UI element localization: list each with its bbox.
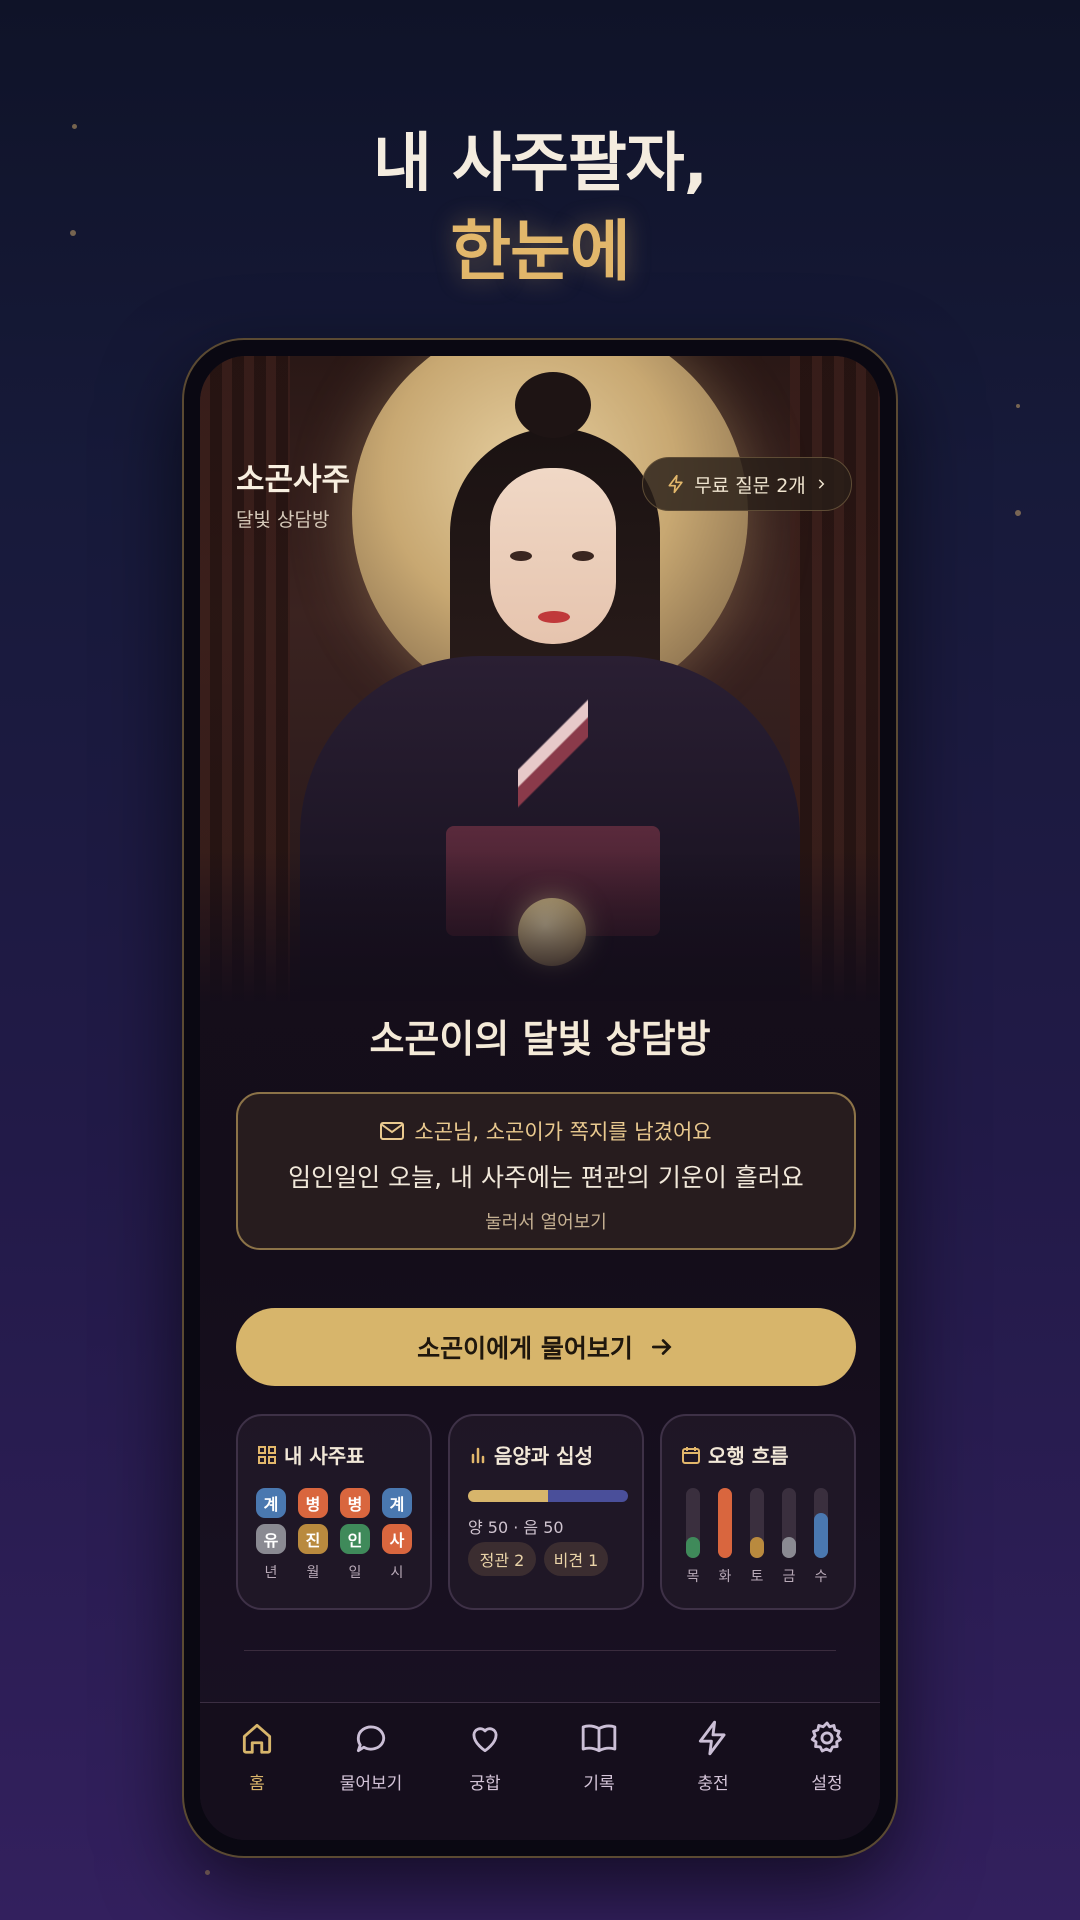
lightning-icon <box>668 474 683 494</box>
bar-chart-icon <box>471 1447 485 1463</box>
character-eye <box>510 551 532 561</box>
message-header-text: 소곤님, 소곤이가 쪽지를 남겼어요 <box>414 1120 712 1144</box>
pillar-label: 년 <box>264 1565 278 1581</box>
yin-yang-card-header: 음양과 십성 <box>470 1440 593 1469</box>
star-decoration <box>1016 404 1020 408</box>
message-open-hint: 눌러서 열어보기 <box>485 1212 607 1233</box>
ten-gods-tag: 정관 2 <box>468 1542 536 1576</box>
element-bar-track <box>750 1488 764 1558</box>
yin-yang-card[interactable]: 음양과 십성 양 50 · 음 50 정관 2 비견 1 <box>448 1414 644 1610</box>
room-title: 소곤이의 달빛 상담방 <box>369 1017 711 1061</box>
character-collar <box>518 656 588 836</box>
star-decoration <box>1015 510 1021 516</box>
chevron-right-icon <box>818 479 825 489</box>
nav-label: 충전 <box>697 1774 729 1794</box>
hero-fade <box>200 851 880 1001</box>
heavenly-stem-tile: 병 <box>340 1488 370 1518</box>
app-screen: 소곤사주 달빛 상담방 무료 질문 2개 소곤이의 달빛 상담방 소곤님, 소곤… <box>200 356 880 1840</box>
ask-sogoni-button[interactable]: 소곤이에게 물어보기 <box>236 1308 856 1386</box>
nav-item-4[interactable]: 기록 <box>542 1719 656 1794</box>
element-bar-fill <box>782 1537 796 1558</box>
book-icon <box>581 1724 617 1753</box>
character-eye <box>572 551 594 561</box>
earthly-branch-tile: 진 <box>298 1524 328 1554</box>
element-bar-fill <box>686 1537 700 1558</box>
free-question-badge[interactable]: 무료 질문 2개 <box>642 457 852 511</box>
character-lips <box>538 611 570 623</box>
bottom-nav: 홈 물어보기 궁합 기록 충전 설정 <box>200 1702 880 1840</box>
saju-table-card-header: 내 사주표 <box>258 1440 365 1469</box>
pillar-label: 일 <box>348 1565 362 1581</box>
five-elements-card[interactable]: 오행 흐름 목 화 토 금 수 <box>660 1414 856 1610</box>
yin-yang-title: 음양과 십성 <box>494 1444 593 1468</box>
phone-frame: 소곤사주 달빛 상담방 무료 질문 2개 소곤이의 달빛 상담방 소곤님, 소곤… <box>182 338 898 1858</box>
message-header: 소곤님, 소곤이가 쪽지를 남겼어요 <box>238 1116 854 1146</box>
yin-portion <box>548 1490 628 1502</box>
nav-item-2[interactable]: 물어보기 <box>314 1719 428 1794</box>
message-body: 임인일인 오늘, 내 사주에는 편관의 기운이 흘러요 <box>288 1163 804 1192</box>
heavenly-stem-tile: 병 <box>298 1488 328 1518</box>
star-decoration <box>205 1870 210 1875</box>
nav-label: 물어보기 <box>339 1774 403 1794</box>
five-elements-card-header: 오행 흐름 <box>682 1440 789 1469</box>
character-hair-bun <box>515 372 591 438</box>
element-bar-fill <box>750 1537 764 1558</box>
heavenly-stem-tile: 계 <box>256 1488 286 1518</box>
grid-icon <box>258 1445 276 1464</box>
element-bar-track <box>686 1488 700 1558</box>
headline-line2: 한눈에 <box>450 213 630 290</box>
nav-item-6[interactable]: 설정 <box>770 1719 880 1794</box>
headline-line1: 내 사주팔자, <box>373 127 708 201</box>
nav-label: 설정 <box>811 1774 843 1794</box>
earthly-branch-tile: 사 <box>382 1524 412 1554</box>
brand-subtitle: 달빛 상담방 <box>236 509 330 531</box>
element-bar-track <box>782 1488 796 1558</box>
envelope-icon <box>380 1122 405 1140</box>
calendar-icon <box>682 1446 700 1464</box>
brand-block: 소곤사주 달빛 상담방 <box>236 454 350 532</box>
lightning-icon <box>698 1720 726 1756</box>
earthly-branch-tile: 인 <box>340 1524 370 1554</box>
nav-item-5[interactable]: 충전 <box>656 1719 770 1794</box>
element-bar-fill <box>814 1512 828 1558</box>
nav-label: 궁합 <box>469 1774 501 1794</box>
heart-icon <box>472 1727 498 1753</box>
nav-label: 기록 <box>583 1774 615 1794</box>
free-question-label: 무료 질문 2개 <box>694 474 806 497</box>
yang-portion <box>468 1490 548 1502</box>
home-icon <box>242 1723 272 1754</box>
earthly-branch-tile: 유 <box>256 1524 286 1554</box>
message-card[interactable]: 소곤님, 소곤이가 쪽지를 남겼어요 임인일인 오늘, 내 사주에는 편관의 기… <box>236 1092 856 1250</box>
hero-illustration: 소곤사주 달빛 상담방 무료 질문 2개 <box>200 356 880 1001</box>
five-elements-title: 오행 흐름 <box>708 1444 789 1468</box>
nav-item-1[interactable]: 홈 <box>200 1719 314 1794</box>
element-bar-track <box>814 1488 828 1558</box>
section-divider <box>244 1650 836 1651</box>
chat-bubble-icon <box>356 1725 386 1753</box>
yin-yang-summary: 양 50 · 음 50 <box>468 1518 564 1537</box>
element-label: 수 <box>814 1569 828 1585</box>
gear-icon <box>810 1721 842 1753</box>
pillar-label: 시 <box>390 1565 404 1581</box>
brand-title: 소곤사주 <box>236 462 351 498</box>
nav-item-3[interactable]: 궁합 <box>428 1719 542 1794</box>
saju-table-title: 내 사주표 <box>284 1444 365 1468</box>
element-label: 화 <box>718 1569 732 1585</box>
element-label: 금 <box>782 1569 796 1585</box>
ask-button-label: 소곤이에게 물어보기 <box>417 1334 633 1363</box>
element-label: 토 <box>750 1569 764 1585</box>
element-label: 목 <box>686 1569 700 1585</box>
saju-table-card[interactable]: 내 사주표 계유년병진월병인일계사시 <box>236 1414 432 1610</box>
arrow-right-icon <box>651 1339 672 1355</box>
heavenly-stem-tile: 계 <box>382 1488 412 1518</box>
nav-label: 홈 <box>249 1774 265 1794</box>
ten-gods-tag: 비견 1 <box>544 1542 608 1576</box>
element-bar-fill <box>718 1488 732 1558</box>
element-bar-track <box>718 1488 732 1558</box>
pillar-label: 월 <box>306 1565 320 1581</box>
yin-yang-ratio-bar <box>468 1490 628 1502</box>
